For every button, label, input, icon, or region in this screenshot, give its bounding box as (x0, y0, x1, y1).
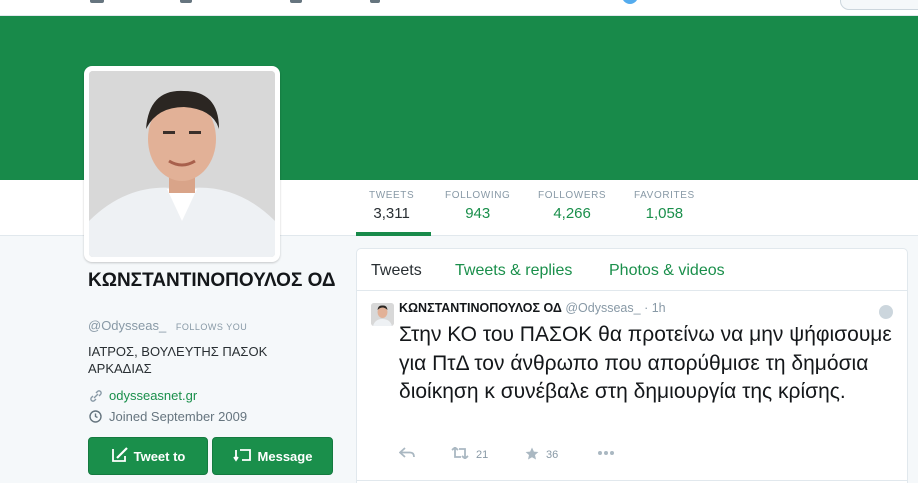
clock-icon (88, 409, 103, 424)
tab-photos-videos[interactable]: Photos & videos (609, 262, 725, 280)
website-link[interactable]: odysseasnet.gr (109, 388, 197, 403)
gear-icon[interactable] (879, 305, 893, 319)
star-icon (525, 447, 539, 463)
stat-tweets[interactable]: TWEETS 3,311 (369, 190, 414, 222)
notifications-icon[interactable] (180, 0, 192, 3)
twitter-bird-icon[interactable] (622, 0, 638, 4)
avatar-photo (89, 71, 275, 257)
compose-icon (111, 446, 129, 466)
discover-icon[interactable] (290, 0, 302, 3)
profile-fullname[interactable]: ΚΩΝΣΤΑΝΤΙΝΟΠΟΥΛΟΣ ΟΔ (88, 270, 338, 292)
screen-name-text[interactable]: @Odysseas_ (88, 318, 166, 333)
message-label: Message (257, 448, 313, 464)
reply-button[interactable] (398, 447, 415, 462)
profile-screen-name: @Odysseas_ FOLLOWS YOU (88, 318, 247, 333)
profile-website: odysseasnet.gr (88, 388, 197, 403)
profile-joined: Joined September 2009 (88, 409, 247, 424)
profile-avatar[interactable] (84, 66, 280, 262)
profile-bio: ΙΑΤΡΟΣ, ΒΟΥΛΕΥΤΗΣ ΠΑΣΟΚ ΑΡΚΑΔΙΑΣ (88, 344, 268, 376)
stat-value: 1,058 (645, 205, 684, 222)
stat-label: TWEETS (369, 190, 415, 201)
stat-value: 943 (465, 205, 491, 222)
link-icon (88, 388, 103, 403)
tweet-timestamp[interactable]: 1h (652, 301, 666, 315)
tab-tweets-replies[interactable]: Tweets & replies (455, 262, 572, 280)
stat-label: FOLLOWERS (538, 190, 607, 201)
stat-following[interactable]: FOLLOWING 943 (445, 190, 510, 222)
timeline-tabs: Tweets Tweets & replies Photos & videos (357, 249, 907, 291)
tweet-item[interactable]: ΚΩΝΣΤΑΝΤΙΝΟΠΟΥΛΟΣ ΟΔ @Odysseas_ · 1h Στη… (357, 291, 907, 481)
stat-value: 4,266 (553, 205, 591, 222)
retweet-button[interactable]: 21 (451, 446, 489, 462)
favorite-button[interactable]: 36 (525, 447, 558, 463)
tab-tweets[interactable]: Tweets (371, 262, 422, 280)
joined-date: Joined September 2009 (109, 409, 248, 424)
message-icon (232, 447, 253, 466)
stat-label: FOLLOWING (445, 190, 511, 201)
follows-you-badge: FOLLOWS YOU (175, 322, 248, 332)
tweet-text: Στην ΚΟ του ΠΑΣΟΚ θα προτείνω να μην ψήφ… (399, 323, 892, 403)
stat-favorites[interactable]: FAVORITES 1,058 (634, 190, 695, 222)
tweet-to-button[interactable]: Tweet to (88, 437, 208, 475)
search-input[interactable] (840, 0, 918, 10)
favorite-count: 36 (546, 449, 559, 461)
active-stat-indicator (356, 232, 431, 236)
top-nav-bar (0, 0, 918, 16)
more-button[interactable] (597, 447, 615, 459)
tweet-screen-name[interactable]: @Odysseas_ (565, 301, 640, 315)
tweet-header: ΚΩΝΣΤΑΝΤΙΝΟΠΟΥΛΟΣ ΟΔ @Odysseas_ · 1h (399, 301, 666, 315)
home-icon[interactable] (90, 0, 104, 3)
tweet-to-label: Tweet to (133, 448, 186, 464)
me-icon[interactable] (370, 0, 380, 3)
tweet-separator: · (644, 301, 649, 315)
message-button[interactable]: Message (212, 437, 333, 475)
timeline-card: Tweets Tweets & replies Photos & videos … (356, 248, 908, 483)
stat-value: 3,311 (373, 205, 410, 222)
stat-label: FAVORITES (634, 190, 695, 201)
retweet-count: 21 (476, 448, 489, 461)
tweet-actions: 21 36 (398, 446, 699, 463)
retweet-icon (451, 446, 469, 462)
stat-followers[interactable]: FOLLOWERS 4,266 (538, 190, 606, 222)
tweet-fullname[interactable]: ΚΩΝΣΤΑΝΤΙΝΟΠΟΥΛΟΣ ΟΔ (399, 301, 562, 315)
reply-icon (398, 447, 415, 462)
more-icon (597, 447, 615, 459)
tweet-avatar[interactable] (371, 303, 394, 326)
